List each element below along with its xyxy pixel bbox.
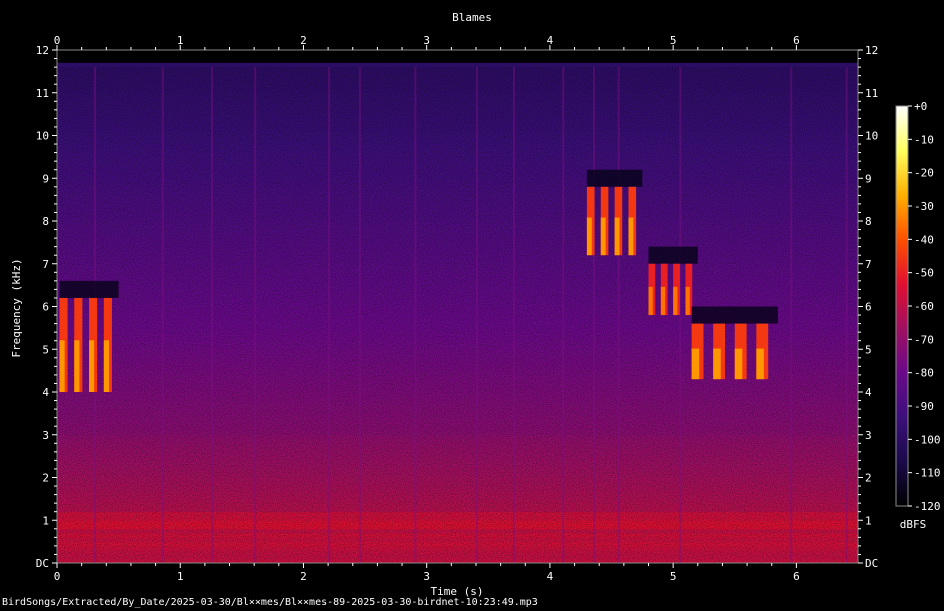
x-tick-label-top: 3 [423, 34, 430, 47]
x-tick-label: 6 [793, 570, 800, 583]
colorbar-tick-label: -100 [914, 433, 941, 446]
transient-streak [513, 67, 515, 563]
y-tick-label: 4 [42, 386, 49, 399]
call-core [713, 349, 721, 380]
plot-area [57, 50, 858, 564]
y-tick-label: 8 [42, 215, 49, 228]
y-tick-label-right: 5 [865, 343, 872, 356]
spectrum-band [57, 63, 858, 68]
y-tick-label: 10 [36, 130, 49, 143]
y-tick-label: 11 [36, 87, 49, 100]
call-core [89, 340, 94, 392]
colorbar-tick-label: -120 [914, 500, 941, 513]
colorbar-tick-label: -80 [914, 367, 934, 380]
y-tick-label-right: 3 [865, 429, 872, 442]
x-tick-label-top: 6 [793, 34, 800, 47]
call-shadow [59, 281, 118, 298]
call-core [74, 340, 79, 392]
x-tick-label: 3 [423, 570, 430, 583]
call-core [692, 349, 700, 380]
x-tick-label: 1 [177, 570, 184, 583]
y-tick-label-right: 6 [865, 301, 872, 314]
colorbar-tick-label: -40 [914, 233, 934, 246]
call-core [59, 340, 64, 392]
transient-streak [162, 67, 164, 563]
call-shadow [649, 247, 698, 264]
colorbar-tick-label: -110 [914, 467, 941, 480]
call-shadow [692, 307, 778, 324]
transient-streak [790, 67, 792, 563]
call-core [587, 218, 592, 256]
transient-streak [359, 67, 361, 563]
y-tick-label: 3 [42, 429, 49, 442]
y-tick-label: DC [36, 557, 49, 570]
x-tick-label-top: 2 [300, 34, 307, 47]
transient-streak [846, 67, 848, 563]
transient-streak [254, 67, 256, 563]
colorbar: +0 -10 -20 -30 -40 -50 -60 -70 -80 -90 -100 -110 -12… [896, 100, 941, 513]
colorbar-label: dBFS [900, 518, 927, 531]
transient-streak [562, 67, 564, 563]
colorbar-tick-label: -60 [914, 300, 934, 313]
call-core [601, 218, 606, 256]
colorbar-tick-label: -20 [914, 167, 934, 180]
call-core [661, 287, 665, 315]
x-tick-label-top: 5 [670, 34, 677, 47]
colorbar-tick-label: -70 [914, 333, 934, 346]
y-tick-label: 9 [42, 172, 49, 185]
transient-streak [328, 67, 330, 563]
x-tick-label-top: 1 [177, 34, 184, 47]
y-tick-label: 5 [42, 343, 49, 356]
spectrogram-chart: Blames 00112233445566DC DC1 12 23 34 45 56 67 78… [0, 0, 944, 611]
transient-streak [476, 67, 478, 563]
colorbar-tick-label: -10 [914, 133, 934, 146]
call-core [628, 218, 633, 256]
y-tick-label-right: 7 [865, 258, 872, 271]
x-tick-label: 4 [547, 570, 554, 583]
y-tick-label-right: 2 [865, 472, 872, 485]
transient-streak [414, 67, 416, 563]
y-tick-label-right: 8 [865, 215, 872, 228]
call-core [649, 287, 653, 315]
call-core [735, 349, 743, 380]
x-tick-label: 5 [670, 570, 677, 583]
y-axis-title: Frequency (kHz) [10, 258, 23, 357]
x-tick-label-top: 4 [547, 34, 554, 47]
call-shadow [587, 170, 642, 187]
y-tick-label-right: 11 [865, 87, 878, 100]
call-core [615, 218, 620, 256]
y-tick-label-right: 4 [865, 386, 872, 399]
call-core [685, 287, 689, 315]
colorbar-tick-label: -50 [914, 267, 934, 280]
colorbar-tick-label: -90 [914, 400, 934, 413]
y-tick-label-right: 9 [865, 172, 872, 185]
call-core [104, 340, 109, 392]
colorbar-gradient [896, 106, 908, 506]
transient-streak [618, 67, 620, 563]
y-tick-label: 6 [42, 301, 49, 314]
x-tick-label: 0 [54, 570, 61, 583]
call-core [673, 287, 677, 315]
y-tick-label: 1 [42, 514, 49, 527]
x-tick-label-top: 0 [54, 34, 61, 47]
y-tick-label-right: 1 [865, 514, 872, 527]
file-path: BirdSongs/Extracted/By_Date/2025-03-30/B… [2, 597, 538, 608]
y-tick-label-right: DC [865, 557, 878, 570]
chart-title: Blames [452, 11, 492, 24]
colorbar-tick-label: -30 [914, 200, 934, 213]
y-tick-label: 12 [36, 44, 49, 57]
transient-streak [593, 67, 595, 563]
x-tick-label: 2 [300, 570, 307, 583]
y-tick-label: 2 [42, 472, 49, 485]
y-tick-label: 7 [42, 258, 49, 271]
y-tick-label-right: 10 [865, 130, 878, 143]
transient-streak [211, 67, 213, 563]
y-tick-label-right: 12 [865, 44, 878, 57]
colorbar-tick-label: +0 [914, 100, 927, 113]
call-core [756, 349, 764, 380]
